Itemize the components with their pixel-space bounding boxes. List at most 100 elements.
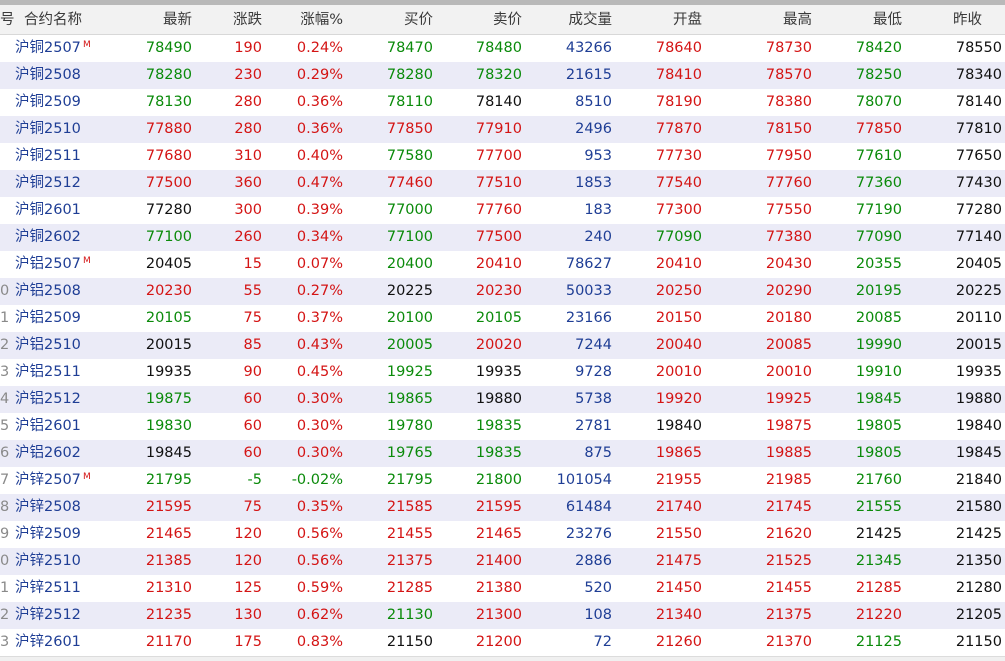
table-row[interactable]: 6 沪铝2602 19845 60 0.30% 19765 19835 875 19865 198… — [0, 440, 1005, 467]
table-row[interactable]: 0 沪锌2510 21385 120 0.56% 21375 21400 2886 21475 2… — [0, 548, 1005, 575]
volume: 2781 — [575, 418, 612, 434]
table-row[interactable]: 沪铜2601 77280 300 0.39% 77000 77760 183 77300 775… — [0, 197, 1005, 224]
table-row[interactable]: 1 沪铝2509 20105 75 0.37% 20100 20105 23166 20150 2… — [0, 305, 1005, 332]
contract-name: 沪锌2511 — [15, 580, 81, 596]
table-row[interactable]: 沪铜2510 77880 280 0.36% 77850 77910 2496 77870 78… — [0, 116, 1005, 143]
high-price: 77550 — [765, 202, 812, 218]
table-row[interactable]: 1 沪锌2511 21310 125 0.59% 21285 21380 520 21450 21… — [0, 575, 1005, 602]
high-price: 21745 — [765, 499, 812, 515]
contract-name: 沪铜2511 — [15, 148, 81, 164]
high-price: 21525 — [765, 553, 812, 569]
col-header-index[interactable]: 号 — [0, 5, 15, 36]
price-change: 125 — [234, 580, 262, 596]
table-row[interactable]: 2 沪锌2512 21235 130 0.62% 21130 21300 108 21340 21… — [0, 602, 1005, 629]
row-index: 9 — [0, 526, 10, 542]
ask-price: 19835 — [475, 418, 522, 434]
col-header-pct[interactable]: 涨幅% — [300, 5, 343, 36]
high-price: 78150 — [765, 121, 812, 137]
prev-close: 20015 — [955, 337, 1002, 353]
high-price: 21985 — [765, 472, 812, 488]
ask-price: 21300 — [475, 607, 522, 623]
bid-price: 21130 — [386, 607, 433, 623]
table-row[interactable]: 沪铜2509 78130 280 0.36% 78110 78140 8510 78190 78… — [0, 89, 1005, 116]
prev-close: 21580 — [955, 499, 1002, 515]
low-price: 77850 — [855, 121, 902, 137]
table-row[interactable]: 沪铜2508 78280 230 0.29% 78280 78320 21615 78410 7… — [0, 62, 1005, 89]
table-header: 号 合约名称 最新 涨跌 涨幅% 买价 卖价 成交量 开盘 最高 最低 昨收 — [0, 5, 1005, 35]
table-row[interactable]: 2 沪铝2510 20015 85 0.43% 20005 20020 7244 20040 20… — [0, 332, 1005, 359]
col-header-bid[interactable]: 买价 — [404, 5, 433, 36]
table-row[interactable]: 4 沪铝2512 19875 60 0.30% 19865 19880 5738 19920 19… — [0, 386, 1005, 413]
price-change: 120 — [234, 553, 262, 569]
table-row[interactable]: 7 沪锌2507 21795 -5 -0.02% 21795 21800 101054 2195… — [0, 467, 1005, 494]
price-change: 120 — [234, 526, 262, 542]
change-percent: 0.45% — [296, 364, 343, 380]
table-row[interactable]: 沪铜2511 77680 310 0.40% 77580 77700 953 77730 779… — [0, 143, 1005, 170]
contract-name: 沪铜2601 — [15, 202, 81, 218]
contract-name: 沪铝2601 — [15, 418, 81, 434]
prev-close: 21840 — [955, 472, 1002, 488]
contract-name: 沪铝2510 — [15, 337, 81, 353]
change-percent: 0.83% — [296, 634, 343, 650]
high-price: 20010 — [765, 364, 812, 380]
horizontal-scrollbar[interactable] — [0, 656, 1005, 661]
table-row[interactable]: 沪铝2507 20405 15 0.07% 20400 20410 78627 20410 20… — [0, 251, 1005, 278]
ask-price: 21380 — [475, 580, 522, 596]
col-header-low[interactable]: 最低 — [873, 5, 902, 36]
low-price: 21425 — [855, 526, 902, 542]
col-header-ask[interactable]: 卖价 — [493, 5, 522, 36]
row-index: 0 — [0, 553, 10, 569]
row-index: 1 — [0, 310, 10, 326]
volume: 78627 — [565, 256, 612, 272]
change-percent: 0.62% — [296, 607, 343, 623]
low-price: 19990 — [855, 337, 902, 353]
last-price: 77100 — [145, 229, 192, 245]
last-price: 21795 — [145, 472, 192, 488]
table-row[interactable]: 沪铜2507 78490 190 0.24% 78470 78480 43266 78640 7… — [0, 35, 1005, 62]
open-price: 78640 — [655, 40, 702, 56]
contract-name: 沪锌2507 — [15, 472, 81, 488]
ask-price: 20230 — [475, 283, 522, 299]
last-price: 77880 — [145, 121, 192, 137]
low-price: 19845 — [855, 391, 902, 407]
ask-price: 77500 — [475, 229, 522, 245]
col-header-last[interactable]: 最新 — [163, 5, 192, 36]
ask-price: 19880 — [475, 391, 522, 407]
change-percent: 0.43% — [296, 337, 343, 353]
bid-price: 77580 — [386, 148, 433, 164]
ask-price: 77510 — [475, 175, 522, 191]
volume: 953 — [584, 148, 612, 164]
bid-price: 21795 — [386, 472, 433, 488]
table-row[interactable]: 3 沪锌2601 21170 175 0.83% 21150 21200 72 21260 213… — [0, 629, 1005, 656]
volume: 50033 — [565, 283, 612, 299]
high-price: 77760 — [765, 175, 812, 191]
col-header-prev-close[interactable]: 昨收 — [953, 5, 982, 36]
table-row[interactable]: 8 沪锌2508 21595 75 0.35% 21585 21595 61484 21740 2… — [0, 494, 1005, 521]
low-price: 21345 — [855, 553, 902, 569]
table-row[interactable]: 0 沪铝2508 20230 55 0.27% 20225 20230 50033 20250 2… — [0, 278, 1005, 305]
low-price: 19805 — [855, 418, 902, 434]
col-header-volume[interactable]: 成交量 — [569, 5, 613, 36]
open-price: 78190 — [655, 94, 702, 110]
col-header-contract-name[interactable]: 合约名称 — [24, 5, 82, 36]
price-change: 300 — [234, 202, 262, 218]
volume: 101054 — [556, 472, 612, 488]
table-row[interactable]: 沪铜2512 77500 360 0.47% 77460 77510 1853 77540 77… — [0, 170, 1005, 197]
change-percent: 0.24% — [296, 40, 343, 56]
volume: 520 — [584, 580, 612, 596]
table-row[interactable]: 9 沪锌2509 21465 120 0.56% 21455 21465 23276 21550… — [0, 521, 1005, 548]
ask-price: 21465 — [475, 526, 522, 542]
bid-price: 78280 — [386, 67, 433, 83]
prev-close: 77280 — [955, 202, 1002, 218]
open-price: 77870 — [655, 121, 702, 137]
table-row[interactable]: 3 沪铝2511 19935 90 0.45% 19925 19935 9728 20010 20… — [0, 359, 1005, 386]
last-price: 21595 — [145, 499, 192, 515]
table-row[interactable]: 沪铜2602 77100 260 0.34% 77100 77500 240 77090 773… — [0, 224, 1005, 251]
col-header-open[interactable]: 开盘 — [673, 5, 702, 36]
col-header-change[interactable]: 涨跌 — [233, 5, 262, 36]
ask-price: 77760 — [475, 202, 522, 218]
bid-price: 21585 — [386, 499, 433, 515]
table-row[interactable]: 5 沪铝2601 19830 60 0.30% 19780 19835 2781 19840 19… — [0, 413, 1005, 440]
col-header-high[interactable]: 最高 — [783, 5, 812, 36]
price-change: 55 — [243, 283, 262, 299]
